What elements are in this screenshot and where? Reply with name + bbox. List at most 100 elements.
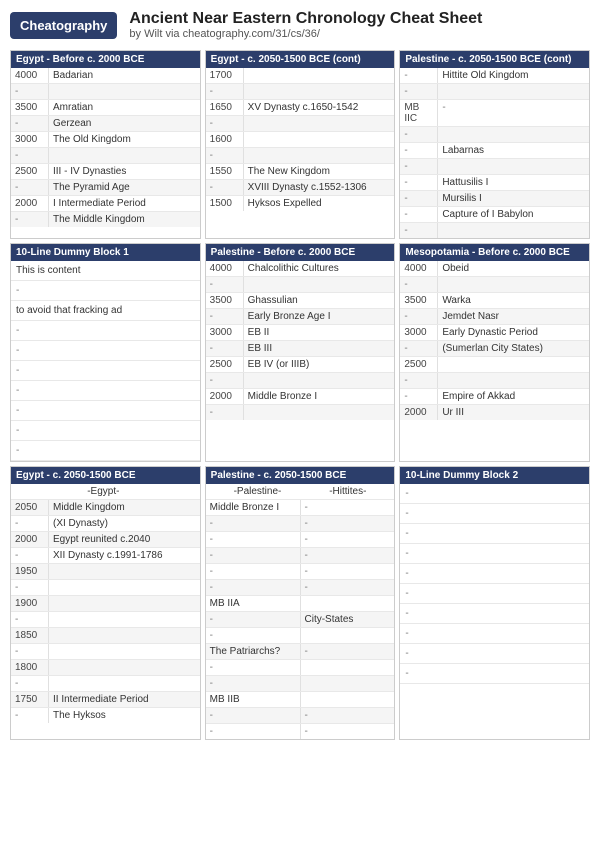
table-row: 3500Amratian	[11, 100, 200, 116]
table-row: -Capture of I Babylon	[400, 207, 589, 223]
table-row: --	[206, 580, 395, 596]
table-row: -	[206, 405, 395, 420]
list-item: -	[11, 281, 200, 301]
table-row: -	[400, 277, 589, 293]
section-palestine-cont: Palestine - c. 2050-1500 BCE (cont) -Hit…	[399, 50, 590, 239]
table-row: -	[11, 84, 200, 100]
list-item: -	[400, 524, 589, 544]
section-dummy-2-body: - - - - - - - - - -	[400, 484, 589, 684]
section-palestine-cont-body: -Hittite Old Kingdom - MB IIC- - -Labarn…	[400, 68, 589, 238]
list-item: -	[400, 644, 589, 664]
section-palestine-2050-1500-header: Palestine - c. 2050-1500 BCE	[206, 467, 395, 484]
list-item: -	[11, 321, 200, 341]
table-row: MB IIA	[206, 596, 395, 612]
table-row: 3000EB II	[206, 325, 395, 341]
table-row: 1500Hyksos Expelled	[206, 196, 395, 211]
section-egypt-2050-1500-body: -Egypt- 2050Middle Kingdom -(XI Dynasty)…	[11, 484, 200, 723]
table-row: -	[11, 612, 200, 628]
section-egypt-before-2000-header: Egypt - Before c. 2000 BCE	[11, 51, 200, 68]
table-row: MB IIB	[206, 692, 395, 708]
table-row: -	[206, 277, 395, 293]
table-row: -Labarnas	[400, 143, 589, 159]
table-row: 4000Chalcolithic Cultures	[206, 261, 395, 277]
table-row: MB IIC-	[400, 100, 589, 127]
list-item: -	[11, 361, 200, 381]
section-egypt-before-2000: Egypt - Before c. 2000 BCE 4000Badarian …	[10, 50, 201, 239]
table-row: --	[206, 548, 395, 564]
table-row: 2500EB IV (or IIIB)	[206, 357, 395, 373]
table-row: 1550The New Kingdom	[206, 164, 395, 180]
sub-title: by Wilt via cheatography.com/31/cs/36/	[129, 28, 482, 40]
table-row: --	[206, 724, 395, 739]
table-row: 4000Obeid	[400, 261, 589, 277]
section-egypt-cont-header: Egypt - c. 2050-1500 BCE (cont)	[206, 51, 395, 68]
table-row: -The Pyramid Age	[11, 180, 200, 196]
table-row: -	[11, 676, 200, 692]
section-egypt-cont-body: 1700 - 1650XV Dynasty c.1650-1542 - 1600…	[206, 68, 395, 211]
section-egypt-cont: Egypt - c. 2050-1500 BCE (cont) 1700 - 1…	[205, 50, 396, 239]
table-row: 1600	[206, 132, 395, 148]
page: Cheatography Ancient Near Eastern Chrono…	[0, 0, 600, 849]
table-row: 1750II Intermediate Period	[11, 692, 200, 708]
table-row: --	[206, 564, 395, 580]
table-row: -	[206, 116, 395, 132]
section-palestine-before-2000-header: Palestine - Before c. 2000 BCE	[206, 244, 395, 261]
table-row: 2000Ur III	[400, 405, 589, 420]
table-row: --	[206, 516, 395, 532]
table-row: -XII Dynasty c.1991-1786	[11, 548, 200, 564]
table-row: -Mursilis I	[400, 191, 589, 207]
table-row: -The Hyksos	[11, 708, 200, 723]
middle-grid: 10-Line Dummy Block 1 This is content - …	[10, 243, 590, 462]
table-row: -(Sumerlan City States)	[400, 341, 589, 357]
section-dummy-1-body: This is content - to avoid that fracking…	[11, 261, 200, 461]
section-palestine-2050-1500-body: -Palestine- -Hittites- Middle Bronze I- …	[206, 484, 395, 739]
table-row: -XVIII Dynasty c.1552-1306	[206, 180, 395, 196]
section-mesopotamia-before-2000-header: Mesopotamia - Before c. 2000 BCE	[400, 244, 589, 261]
header: Cheatography Ancient Near Eastern Chrono…	[10, 10, 590, 40]
table-row: --	[206, 708, 395, 724]
table-row: 2500	[400, 357, 589, 373]
list-item: -	[400, 624, 589, 644]
table-row: -Hittite Old Kingdom	[400, 68, 589, 84]
section-palestine-2050-1500: Palestine - c. 2050-1500 BCE -Palestine-…	[205, 466, 396, 740]
table-row: 1800	[11, 660, 200, 676]
table-row: 1650XV Dynasty c.1650-1542	[206, 100, 395, 116]
table-row: -	[400, 159, 589, 175]
table-row: -	[400, 223, 589, 238]
logo: Cheatography	[10, 12, 117, 39]
list-item: -	[11, 401, 200, 421]
table-row: 3000Early Dynastic Period	[400, 325, 589, 341]
list-item: -	[11, 381, 200, 401]
section-dummy-1: 10-Line Dummy Block 1 This is content - …	[10, 243, 201, 462]
table-row: -The Middle Kingdom	[11, 212, 200, 227]
section-mesopotamia-before-2000-body: 4000Obeid - 3500Warka -Jemdet Nasr 3000E…	[400, 261, 589, 420]
list-item: -	[11, 341, 200, 361]
section-dummy-2-header: 10-Line Dummy Block 2	[400, 467, 589, 484]
table-row: -EB III	[206, 341, 395, 357]
table-row: -City-States	[206, 612, 395, 628]
table-row: 2500III - IV Dynasties	[11, 164, 200, 180]
list-item: -	[400, 504, 589, 524]
table-row: 1950	[11, 564, 200, 580]
section-egypt-2050-1500: Egypt - c. 2050-1500 BCE -Egypt- 2050Mid…	[10, 466, 201, 740]
table-row: -	[400, 373, 589, 389]
table-row: Middle Bronze I-	[206, 500, 395, 516]
section-palestine-before-2000-body: 4000Chalcolithic Cultures - 3500Ghassuli…	[206, 261, 395, 420]
table-row: -Empire of Akkad	[400, 389, 589, 405]
section-egypt-2050-1500-header: Egypt - c. 2050-1500 BCE	[11, 467, 200, 484]
main-title: Ancient Near Eastern Chronology Cheat Sh…	[129, 10, 482, 28]
table-row: 1900	[11, 596, 200, 612]
list-item: -	[11, 421, 200, 441]
table-row: -(XI Dynasty)	[11, 516, 200, 532]
table-row: -	[11, 580, 200, 596]
table-row: -Hattusilis I	[400, 175, 589, 191]
list-item: This is content	[11, 261, 200, 281]
list-item: -	[400, 604, 589, 624]
table-row: -	[11, 148, 200, 164]
table-row: -	[400, 84, 589, 100]
list-item: -	[11, 441, 200, 461]
section-dummy-2: 10-Line Dummy Block 2 - - - - - - - - - …	[399, 466, 590, 740]
table-row: -Palestine- -Hittites-	[206, 484, 395, 500]
table-row: -	[206, 660, 395, 676]
list-item: -	[400, 584, 589, 604]
